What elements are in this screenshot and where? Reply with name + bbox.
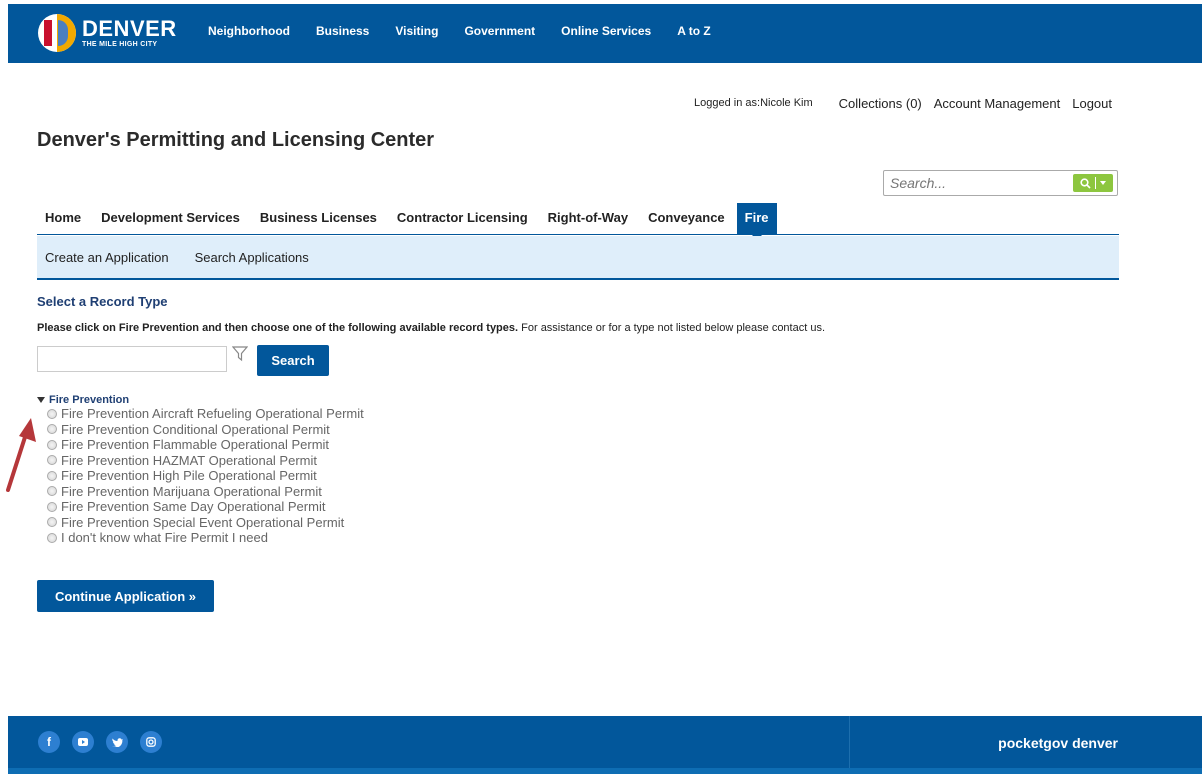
global-search-input[interactable] [890,172,1070,194]
logo-title: DENVER [82,16,177,41]
tree-heading: Fire Prevention [49,393,130,406]
twitter-icon[interactable] [106,731,128,753]
footer: f pocketgov denver [8,716,1202,774]
record-option[interactable]: I don't know what Fire Permit I need [47,530,364,546]
instructions-rest: For assistance or for a type not listed … [518,322,826,334]
record-option[interactable]: Fire Prevention HAZMAT Operational Permi… [47,453,364,469]
record-option-label: Fire Prevention Conditional Operational … [61,421,330,437]
record-type-search-input[interactable] [37,346,227,372]
youtube-icon[interactable] [72,731,94,753]
record-option-label: Fire Prevention Marijuana Operational Pe… [61,483,322,499]
nav-online-services[interactable]: Online Services [561,24,651,38]
social-links: f [38,731,174,753]
search-icon [1080,177,1091,189]
subtab-create-application[interactable]: Create an Application [45,250,169,265]
record-option[interactable]: Fire Prevention Aircraft Refueling Opera… [47,406,364,422]
record-option[interactable]: Fire Prevention Marijuana Operational Pe… [47,484,364,500]
tab-fire-label: Fire [744,210,769,225]
radio-button[interactable] [47,486,57,497]
pocketgov-link[interactable]: pocketgov denver [998,735,1118,751]
record-option-label: I don't know what Fire Permit I need [61,530,268,546]
record-option[interactable]: Fire Prevention Special Event Operationa… [47,515,364,531]
radio-button[interactable] [47,408,57,419]
record-option-label: Fire Prevention Aircraft Refueling Opera… [61,406,364,422]
denver-logo-icon [38,14,76,52]
nav-a-to-z[interactable]: A to Z [677,24,711,38]
nav-business[interactable]: Business [316,24,369,38]
radio-button[interactable] [47,455,57,466]
global-search-button[interactable] [1073,174,1113,192]
section-title: Select a Record Type [37,294,168,309]
nav-government[interactable]: Government [464,24,535,38]
logout-link[interactable]: Logout [1072,96,1112,111]
subtab-search-applications[interactable]: Search Applications [195,250,309,265]
top-bar: DENVER THE MILE HIGH CITY Neighborhood B… [8,4,1202,63]
radio-button[interactable] [47,517,57,528]
global-search [883,170,1118,196]
radio-button[interactable] [47,501,57,512]
chevron-down-icon [1100,181,1106,185]
continue-application-button[interactable]: Continue Application » [37,580,214,612]
tab-contractor-licensing[interactable]: Contractor Licensing [389,203,536,234]
sub-tabs: Create an Application Search Application… [37,236,1119,280]
record-option-label: Fire Prevention HAZMAT Operational Permi… [61,452,317,468]
tab-fire[interactable]: Fire [736,203,777,240]
page-title: Denver's Permitting and Licensing Center [37,129,435,151]
caret-down-icon [37,396,45,403]
record-type-tree: Fire Prevention Fire Prevention Aircraft… [37,393,364,546]
radio-button[interactable] [47,470,57,481]
radio-button[interactable] [47,424,57,435]
top-nav: Neighborhood Business Visiting Governmen… [208,24,737,38]
record-option-label: Fire Prevention Special Event Operationa… [61,514,345,530]
annotation-arrow-icon [6,418,36,492]
record-type-search-button[interactable]: Search [257,345,329,376]
record-option[interactable]: Fire Prevention High Pile Operational Pe… [47,468,364,484]
tab-right-of-way[interactable]: Right-of-Way [540,203,636,234]
logged-in-label: Logged in as:Nicole Kim [694,97,813,109]
radio-button[interactable] [47,439,57,450]
tab-business-licenses[interactable]: Business Licenses [252,203,385,234]
radio-button[interactable] [47,532,57,543]
record-option[interactable]: Fire Prevention Same Day Operational Per… [47,499,364,515]
record-option[interactable]: Fire Prevention Conditional Operational … [47,422,364,438]
instructions-bold: Please click on Fire Prevention and then… [37,322,519,334]
logo-subtitle: THE MILE HIGH CITY [82,41,158,48]
tab-home[interactable]: Home [37,203,89,234]
facebook-icon[interactable]: f [38,731,60,753]
tab-conveyance[interactable]: Conveyance [640,203,733,234]
footer-pocketgov-panel: pocketgov denver [849,716,1202,768]
footer-strip [8,768,1202,774]
nav-visiting[interactable]: Visiting [395,24,438,38]
filter-icon[interactable] [232,346,248,362]
record-option-label: Fire Prevention Same Day Operational Per… [61,499,326,515]
instagram-icon[interactable] [140,731,162,753]
denver-logo[interactable]: DENVER THE MILE HIGH CITY [38,10,177,56]
instructions: Please click on Fire Prevention and then… [37,322,825,334]
account-management-link[interactable]: Account Management [934,96,1060,111]
main-tabs: Home Development Services Business Licen… [37,203,1119,240]
nav-neighborhood[interactable]: Neighborhood [208,24,290,38]
tab-development-services[interactable]: Development Services [93,203,248,234]
record-option[interactable]: Fire Prevention Flammable Operational Pe… [47,437,364,453]
user-bar: Logged in as:Nicole Kim Collections (0) … [694,96,1112,111]
record-option-label: Fire Prevention High Pile Operational Pe… [61,468,317,484]
collections-link[interactable]: Collections (0) [839,96,922,111]
tree-toggle-fire-prevention[interactable]: Fire Prevention [37,393,364,406]
record-option-label: Fire Prevention Flammable Operational Pe… [61,437,330,453]
